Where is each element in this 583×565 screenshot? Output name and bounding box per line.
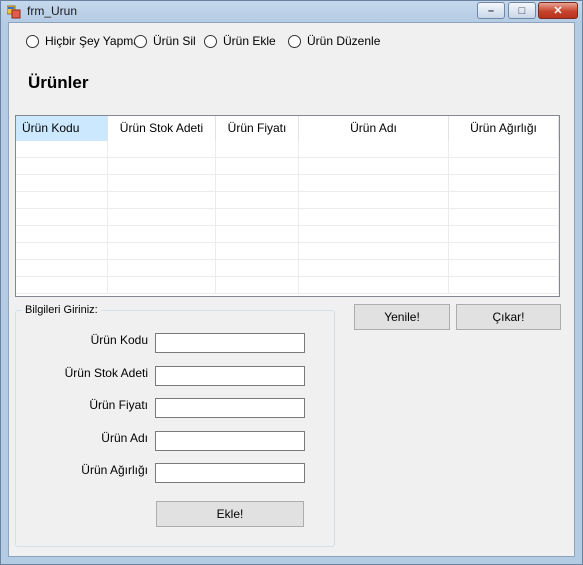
radio-circle-icon[interactable] [26, 34, 39, 48]
window-title: frm_Urun [27, 4, 78, 18]
maximize-icon: □ [518, 4, 526, 17]
table-row[interactable] [16, 277, 559, 294]
products-grid[interactable]: Ürün Kodu Ürün Stok Adeti Ürün Fiyatı Ür… [15, 115, 560, 297]
column-header-product-name[interactable]: Ürün Adı [299, 116, 449, 141]
radio-label: Ürün Ekle [223, 34, 276, 48]
table-row[interactable] [16, 192, 559, 209]
table-row[interactable] [16, 226, 559, 243]
grid-body[interactable] [16, 141, 559, 294]
product-name-field[interactable] [155, 431, 305, 451]
column-header-weight[interactable]: Ürün Ağırlığı [449, 116, 559, 141]
minimize-icon: – [487, 4, 495, 17]
radio-edit-product[interactable]: Ürün Düzenle [288, 33, 380, 49]
table-row[interactable] [16, 260, 559, 277]
add-button[interactable]: Ekle! [156, 501, 304, 527]
group-title: Bilgileri Giriniz: [22, 304, 101, 316]
radio-circle-icon[interactable] [134, 34, 147, 48]
close-button[interactable]: ✕ [538, 2, 578, 19]
table-row[interactable] [16, 243, 559, 260]
label-price: Ürün Fiyatı [89, 398, 148, 412]
radio-label: Ürün Sil [153, 34, 196, 48]
table-row[interactable] [16, 158, 559, 175]
label-weight: Ürün Ağırlığı [81, 463, 148, 477]
maximize-button[interactable]: □ [508, 2, 536, 19]
column-header-product-code[interactable]: Ürün Kodu [16, 116, 108, 141]
table-row[interactable] [16, 175, 559, 192]
table-row[interactable] [16, 141, 559, 158]
app-icon [7, 5, 21, 19]
title-bar[interactable]: frm_Urun – □ ✕ [1, 1, 582, 23]
stock-count-field[interactable] [155, 366, 305, 386]
radio-label: Hiçbir Şey Yapma [45, 34, 140, 48]
label-product-code: Ürün Kodu [90, 333, 148, 347]
price-field[interactable] [155, 398, 305, 418]
exit-button[interactable]: Çıkar! [456, 304, 561, 330]
label-stock-count: Ürün Stok Adeti [64, 366, 148, 380]
radio-add-product[interactable]: Ürün Ekle [204, 33, 276, 49]
grid-header: Ürün Kodu Ürün Stok Adeti Ürün Fiyatı Ür… [16, 116, 559, 141]
radio-label: Ürün Düzenle [307, 34, 381, 48]
table-row[interactable] [16, 209, 559, 226]
radio-circle-icon[interactable] [288, 34, 301, 48]
product-code-field[interactable] [155, 333, 305, 353]
page-title: Ürünler [28, 73, 89, 92]
radio-circle-icon[interactable] [204, 34, 217, 48]
minimize-button[interactable]: – [477, 2, 505, 19]
radio-do-nothing[interactable]: Hiçbir Şey Yapma [26, 33, 140, 49]
weight-field[interactable] [155, 463, 305, 483]
refresh-button[interactable]: Yenile! [354, 304, 450, 330]
label-product-name: Ürün Adı [101, 431, 148, 445]
close-icon: ✕ [553, 5, 563, 17]
column-header-price[interactable]: Ürün Fiyatı [216, 116, 299, 141]
radio-delete-product[interactable]: Ürün Sil [134, 33, 196, 49]
column-header-stock-count[interactable]: Ürün Stok Adeti [108, 116, 216, 141]
